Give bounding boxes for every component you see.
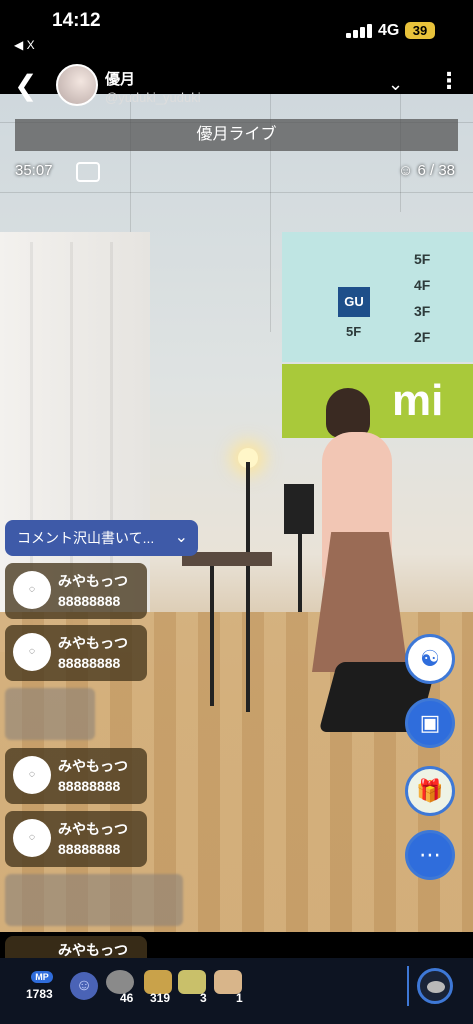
- commenter-avatar: ◌: [13, 819, 51, 857]
- voice-comment-icon[interactable]: ☯: [405, 634, 455, 684]
- stone-button-icon[interactable]: [417, 968, 453, 1004]
- comment-prompt-label: コメント沢山書いて...: [17, 530, 155, 546]
- performer: [326, 388, 370, 438]
- comment-item: ◌ みやもっつ 88888888: [5, 748, 147, 804]
- network-label: 4G: [378, 22, 400, 39]
- store-sign: GU 5F 5F 4F 3F 2F: [282, 232, 473, 362]
- comment-prompt-button[interactable]: コメント沢山書いて... ⌄: [5, 520, 198, 556]
- elapsed-time: 35:07: [15, 162, 53, 179]
- chat-toggle-icon[interactable]: [76, 162, 100, 182]
- store-logo: GU: [338, 287, 370, 317]
- commenter-avatar: ◌: [13, 571, 51, 609]
- live-video[interactable]: GU 5F 5F 4F 3F 2F mi: [0, 92, 473, 932]
- username[interactable]: 優月: [105, 68, 135, 89]
- commenter-avatar: ◌: [13, 633, 51, 671]
- blurred-comment: [5, 874, 183, 926]
- divider: [407, 966, 409, 1006]
- signal-icon: [346, 24, 372, 38]
- comment-item: ◌ みやもっつ 88888888: [5, 563, 147, 619]
- clock: 14:12: [52, 10, 101, 31]
- battery-icon: 39: [405, 22, 435, 39]
- comment-icon[interactable]: ⋯: [405, 830, 455, 880]
- store-banner: mi: [282, 364, 473, 438]
- commenter-avatar: ◌: [13, 756, 51, 794]
- chevron-down-icon: ⌄: [174, 529, 188, 546]
- comment-item: みやもっつ: [5, 936, 147, 958]
- comment-item: ◌ みやもっつ 88888888: [5, 811, 147, 867]
- stream-title: 優月ライブ: [15, 119, 458, 151]
- avatar[interactable]: [56, 64, 98, 106]
- user-id: @yuduki_yuduki: [105, 90, 201, 105]
- gift-item-icon[interactable]: 🎁: [405, 766, 455, 816]
- mp-count: 1783: [26, 987, 53, 1001]
- comment-item: ◌ みやもっつ 88888888: [5, 625, 147, 681]
- blurred-comment: [5, 688, 95, 740]
- status-bar: 14:12 ◀ X 4G 39: [0, 0, 473, 58]
- back-to-app[interactable]: ◀ X: [14, 38, 35, 52]
- more-vertical-icon[interactable]: ⋮: [438, 70, 460, 92]
- mp-badge: MP: [31, 971, 53, 983]
- chevron-down-icon[interactable]: ⌄: [388, 74, 403, 95]
- back-arrow-icon[interactable]: ❮: [14, 72, 37, 100]
- smile-icon[interactable]: ☺: [70, 972, 98, 1000]
- screenshot-icon[interactable]: ▣: [405, 698, 455, 748]
- viewer-count: ☺ 6 / 38: [398, 162, 456, 179]
- keyboard: [182, 552, 272, 566]
